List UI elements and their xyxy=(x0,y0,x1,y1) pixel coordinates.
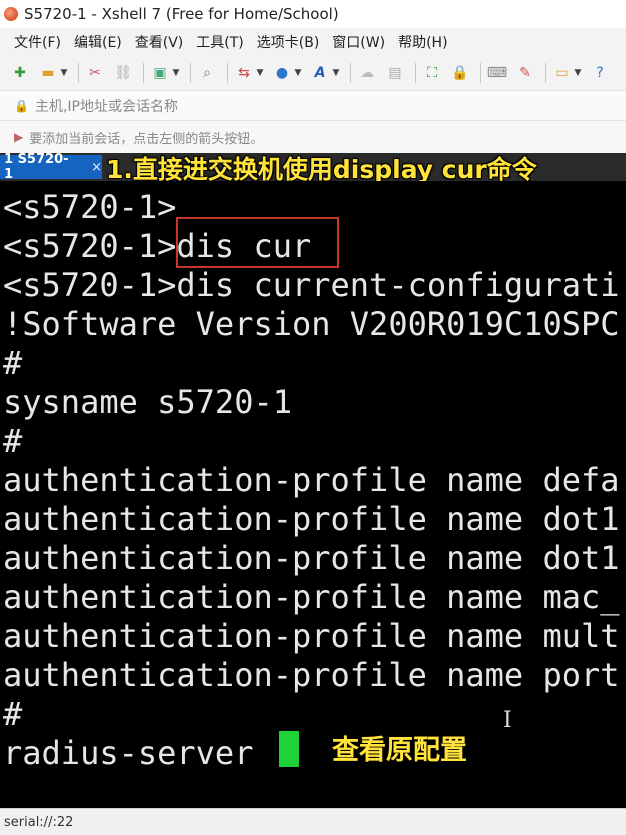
close-icon[interactable]: × xyxy=(91,160,102,175)
open-folder-icon[interactable]: ▬ xyxy=(38,64,58,82)
terminal-line: radius-server xyxy=(3,734,273,772)
disconnect-icon[interactable]: ✂ xyxy=(85,64,105,82)
toolbar-divider xyxy=(190,63,191,83)
terminal-line: !Software Version V200R019C10SPC xyxy=(3,305,620,343)
chevron-down-icon[interactable]: ▼ xyxy=(60,64,68,82)
session-bookmark-icon[interactable]: ▶ xyxy=(14,130,23,144)
compose-icon[interactable]: ▭ xyxy=(552,64,572,82)
chevron-down-icon[interactable]: ▼ xyxy=(574,64,582,82)
toolbar-divider xyxy=(143,63,144,83)
address-input-placeholder[interactable]: 主机,IP地址或会话名称 xyxy=(35,96,178,116)
find-icon[interactable]: ⌕ xyxy=(197,64,217,82)
toolbar-divider xyxy=(227,63,228,83)
toolbar-divider xyxy=(480,63,481,83)
terminal-line: authentication-profile name defa xyxy=(3,461,620,499)
script-icon[interactable]: ☁ xyxy=(357,64,377,82)
window-title: S5720-1 - Xshell 7 (Free for Home/School… xyxy=(24,5,339,23)
menu-tabs[interactable]: 选项卡(B) xyxy=(257,32,320,52)
terminal-line: authentication-profile name mult xyxy=(3,617,620,655)
terminal-line: # xyxy=(3,422,23,460)
terminal-line: # xyxy=(3,695,23,733)
help-icon[interactable]: ? xyxy=(590,64,610,82)
menu-window[interactable]: 窗口(W) xyxy=(332,32,385,52)
menu-file[interactable]: 文件(F) xyxy=(14,32,61,52)
xshell-app-icon xyxy=(4,7,18,21)
chevron-down-icon[interactable]: ▼ xyxy=(294,64,302,82)
terminal-line: sysname s5720-1 xyxy=(3,383,292,421)
properties-icon[interactable]: ▣ xyxy=(150,64,170,82)
lock-icon: 🔒 xyxy=(14,98,29,113)
terminal-line: authentication-profile name dot1 xyxy=(3,500,620,538)
command-highlight-box xyxy=(176,217,339,268)
new-session-icon[interactable]: ✚ xyxy=(10,64,30,82)
menu-edit[interactable]: 编辑(E) xyxy=(74,32,122,52)
terminal-line: # xyxy=(3,344,23,382)
session-hint-bar: ▶ 要添加当前会话，点击左侧的箭头按钮。 xyxy=(0,121,626,153)
toolbar-divider xyxy=(350,63,351,83)
caption-bottom: 查看原配置 xyxy=(332,735,467,766)
menu-help[interactable]: 帮助(H) xyxy=(398,32,447,52)
fullscreen-icon[interactable]: ⛶ xyxy=(422,64,442,82)
chevron-down-icon[interactable]: ▼ xyxy=(172,64,180,82)
screenshot-icon[interactable]: ▤ xyxy=(385,64,405,82)
toolbar-divider xyxy=(415,63,416,83)
window-title-bar: S5720-1 - Xshell 7 (Free for Home/School… xyxy=(0,0,626,28)
connection-status: serial://:22 xyxy=(4,814,74,830)
tab-s5720-1[interactable]: 1 S5720-1 × xyxy=(0,152,102,182)
terminal-line: <s5720-1> xyxy=(3,188,177,226)
globe-icon[interactable]: ● xyxy=(272,64,292,82)
menu-bar: 文件(F) 编辑(E) 查看(V) 工具(T) 选项卡(B) 窗口(W) 帮助(… xyxy=(0,28,626,56)
status-bar: serial://:22 xyxy=(0,808,626,835)
toolbar-divider xyxy=(545,63,546,83)
toolbar: ✚ ▬ ▼ ✂ ⛓ ▣ ▼ ⌕ ⇆ ▼ ● ▼ A ▼ ☁ ▤ ⛶ 🔒 ⌨ ✎ … xyxy=(0,56,626,90)
font-icon[interactable]: A xyxy=(310,64,330,82)
chevron-down-icon[interactable]: ▼ xyxy=(256,64,264,82)
terminal-line: authentication-profile name mac_ xyxy=(3,578,620,616)
session-hint-text: 要添加当前会话，点击左侧的箭头按钮。 xyxy=(29,131,264,147)
toolbar-divider xyxy=(78,63,79,83)
caption-top: 1.直接进交换机使用display cur命令 xyxy=(106,155,537,184)
terminal-cursor xyxy=(279,731,299,767)
menu-view[interactable]: 查看(V) xyxy=(135,32,184,52)
keyboard-icon[interactable]: ⌨ xyxy=(487,64,507,82)
terminal-output[interactable]: <s5720-1> <s5720-1>dis cur <s5720-1>dis … xyxy=(0,181,626,808)
tab-label: 1 S5720-1 xyxy=(4,152,69,182)
terminal-line: authentication-profile name port xyxy=(3,656,620,694)
terminal-line: authentication-profile name dot1 xyxy=(3,539,620,577)
reconnect-icon[interactable]: ⛓ xyxy=(113,64,133,82)
transfer-icon[interactable]: ⇆ xyxy=(234,64,254,82)
chevron-down-icon[interactable]: ▼ xyxy=(332,64,340,82)
text-cursor-icon: I xyxy=(503,708,512,733)
terminal-line: <s5720-1>dis current-configurati xyxy=(3,266,620,304)
address-bar[interactable]: 🔒 主机,IP地址或会话名称 xyxy=(0,90,626,121)
lock-icon[interactable]: 🔒 xyxy=(450,64,470,82)
menu-tools[interactable]: 工具(T) xyxy=(196,32,243,52)
highlight-icon[interactable]: ✎ xyxy=(515,64,535,82)
